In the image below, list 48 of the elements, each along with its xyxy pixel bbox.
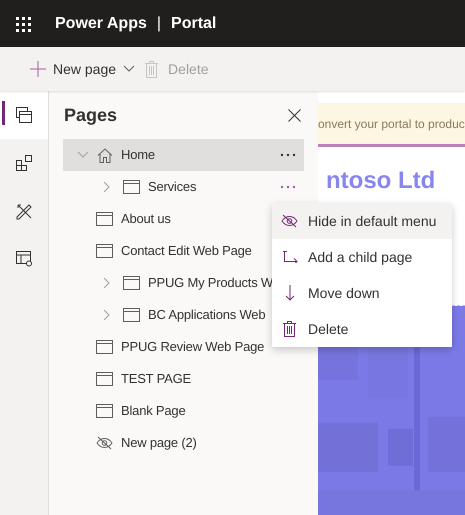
- tree-item[interactable]: Blank Page: [63, 395, 304, 427]
- page-name: Home: [121, 146, 155, 164]
- home-icon: [97, 148, 113, 162]
- layout-gear-icon[interactable]: [16, 251, 32, 267]
- page-icon: [123, 308, 140, 322]
- page-name: PPUG Review Web Page: [121, 338, 264, 356]
- page-icon: [96, 404, 113, 418]
- app-title: Power Apps: [55, 14, 147, 34]
- page-name: BC Applications Web: [148, 306, 266, 324]
- page-icon: [96, 212, 113, 226]
- child-arrow-icon: [282, 251, 298, 263]
- page-name: About us: [121, 210, 171, 228]
- page-name: Services: [148, 178, 196, 196]
- page-name: TEST PAGE: [121, 370, 191, 388]
- pencil-ruler-icon[interactable]: [16, 202, 32, 220]
- chevron-down-icon: [123, 65, 136, 73]
- tree-item[interactable]: Home: [63, 139, 304, 171]
- tree-item[interactable]: Services: [63, 171, 304, 203]
- site-title: Portal: [171, 14, 216, 34]
- rail-tab[interactable]: [0, 91, 48, 139]
- banner-text: onvert your portal to produc: [318, 116, 465, 132]
- arrow-down-icon: [284, 285, 294, 301]
- eye-slash-icon: [281, 214, 298, 228]
- more-icon[interactable]: [280, 153, 296, 157]
- tree-item[interactable]: New page (2): [63, 427, 304, 459]
- page-icon: [123, 180, 140, 194]
- trash-icon: [283, 321, 296, 337]
- menu-item[interactable]: Hide in default menu: [272, 203, 452, 239]
- eye-slash-icon: [96, 436, 113, 450]
- trash-icon: [145, 60, 158, 78]
- site-heading: ntoso Ltd: [326, 169, 436, 193]
- page-icon: [96, 244, 113, 258]
- close-icon[interactable]: [288, 108, 301, 122]
- page-icon: [96, 340, 113, 354]
- tree-item[interactable]: TEST PAGE: [63, 363, 304, 395]
- page-icon: [123, 276, 140, 290]
- app-launcher-icon[interactable]: [15, 16, 31, 32]
- plus-icon: [30, 61, 46, 77]
- blocks-icon[interactable]: [16, 155, 32, 171]
- page-name: Blank Page: [121, 402, 186, 420]
- page-name: New page (2): [121, 434, 197, 452]
- more-icon[interactable]: [280, 185, 296, 189]
- panel-title: Pages: [64, 104, 118, 127]
- page-name: Contact Edit Web Page: [121, 242, 252, 260]
- title-separator: |: [156, 14, 162, 34]
- new-page-button[interactable]: New page: [30, 58, 136, 80]
- pages-icon[interactable]: [16, 107, 32, 123]
- page-icon: [96, 372, 113, 386]
